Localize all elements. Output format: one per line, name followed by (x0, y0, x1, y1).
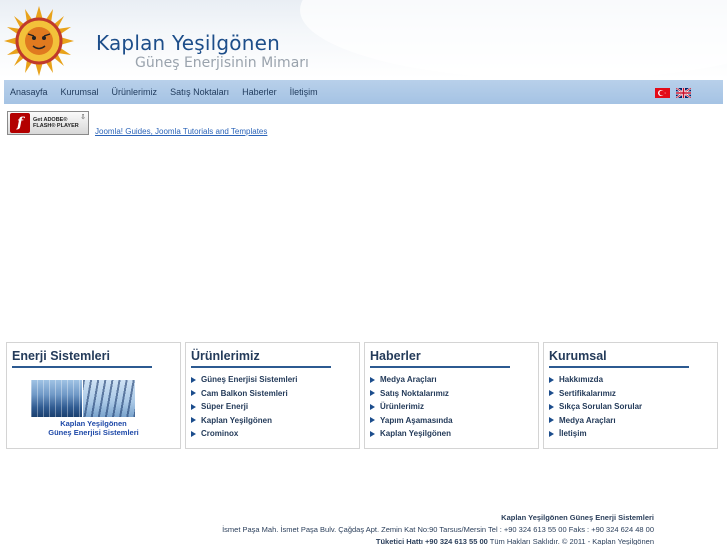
solar-panel-photo-1 (31, 380, 82, 417)
list-item-label: Süper Enerji (201, 402, 249, 412)
arrow-right-icon (549, 417, 554, 424)
solar-caption-line1[interactable]: Kaplan Yeşilgönen (7, 419, 180, 428)
box-title: Haberler (370, 349, 421, 363)
flash-icon: f (10, 113, 30, 133)
list-item[interactable]: İletişim (549, 427, 642, 441)
list-item-label: Medya Araçları (380, 375, 437, 385)
list-item-label: Kaplan Yeşilgönen (201, 415, 272, 425)
title-underline (370, 366, 510, 368)
box-title: Ürünlerimiz (191, 349, 260, 363)
arrow-right-icon (370, 417, 375, 424)
header-decoration (300, 0, 727, 78)
list-item-label: Medya Araçları (559, 415, 616, 425)
footer-rights: Tüm Hakları Saklıdır. © 2011 - Kaplan Ye… (489, 537, 654, 545)
sun-tiger-logo[interactable] (4, 6, 74, 76)
arrow-right-icon (370, 376, 375, 383)
list-item[interactable]: Yapım Aşamasında (370, 414, 453, 428)
list-item-label: Güneş Enerjisi Sistemleri (201, 375, 298, 385)
language-switcher (655, 88, 691, 98)
news-box: Haberler Medya Araçları Satış Noktalarım… (364, 342, 539, 449)
arrow-right-icon (370, 390, 375, 397)
site-header: Kaplan Yeşilgönen Güneş Enerjisinin Mima… (0, 0, 727, 78)
list-item-label: Satış Noktalarımız (380, 388, 449, 398)
flash-badge-text: Get ADOBE® FLASH® PLAYER (33, 117, 79, 130)
energy-systems-box: Enerji Sistemleri Kaplan Yeşilgönen Güne… (6, 342, 181, 449)
list-item-label: Kaplan Yeşilgönen (380, 429, 451, 439)
solar-panel-photo-2 (83, 380, 135, 417)
products-box: Ürünlerimiz Güneş Enerjisi Sistemleri Ca… (185, 342, 360, 449)
list-item[interactable]: Hakkımızda (549, 373, 642, 387)
footer-rights-line: Tüketici Hattı +90 324 613 55 00 Tüm Hak… (222, 536, 654, 545)
turkey-flag-icon[interactable] (655, 88, 670, 98)
arrow-right-icon (549, 390, 554, 397)
nav-item-news[interactable]: Haberler (242, 87, 277, 97)
list-item[interactable]: Satış Noktalarımız (370, 387, 453, 401)
footer-address: İsmet Paşa Mah. İsmet Paşa Bulv. Çağdaş … (222, 525, 654, 534)
arrow-right-icon (191, 417, 196, 424)
title-underline (191, 366, 331, 368)
site-footer: Kaplan Yeşilgönen Güneş Enerji Sistemler… (222, 512, 654, 545)
arrow-right-icon (370, 430, 375, 437)
list-item-label: Ürünlerimiz (380, 402, 425, 412)
list-item-label: Sertifikalarımız (559, 388, 616, 398)
list-item[interactable]: Medya Araçları (370, 373, 453, 387)
list-item[interactable]: Kaplan Yeşilgönen (370, 427, 453, 441)
nav-item-home[interactable]: Anasayfa (10, 87, 48, 97)
title-underline (549, 366, 689, 368)
nav-item-corporate[interactable]: Kurumsal (61, 87, 99, 97)
list-item[interactable]: Güneş Enerjisi Sistemleri (191, 373, 297, 387)
list-item[interactable]: Cam Balkon Sistemleri (191, 387, 297, 401)
site-subtitle: Güneş Enerjisinin Mimarı (135, 55, 309, 71)
list-item-label: Sıkça Sorulan Sorular (559, 402, 643, 412)
list-item[interactable]: Sertifikalarımız (549, 387, 642, 401)
joomla-link[interactable]: Joomla! Guides, Joomla Tutorials and Tem… (95, 127, 267, 136)
uk-flag-icon[interactable] (676, 88, 691, 98)
list-item-label: Yapım Aşamasında (380, 415, 453, 425)
arrow-right-icon (191, 403, 196, 410)
box-title: Enerji Sistemleri (12, 349, 110, 363)
list-item[interactable]: Sıkça Sorulan Sorular (549, 400, 642, 414)
list-item[interactable]: Medya Araçları (549, 414, 642, 428)
arrow-right-icon (191, 376, 196, 383)
list-item[interactable]: Süper Enerji (191, 400, 297, 414)
title-underline (12, 366, 152, 368)
list-item-label: Cam Balkon Sistemleri (201, 388, 288, 398)
solar-caption-line2[interactable]: Güneş Enerjisi Sistemleri (7, 428, 180, 437)
list-item[interactable]: Crominox (191, 427, 297, 441)
nav-item-sales-points[interactable]: Satış Noktaları (170, 87, 229, 97)
list-item-label: Hakkımızda (559, 375, 604, 385)
download-arrow-icon: ⇩ (80, 114, 86, 121)
corporate-box: Kurumsal Hakkımızda Sertifikalarımız Sık… (543, 342, 718, 449)
arrow-right-icon (549, 403, 554, 410)
site-title: Kaplan Yeşilgönen (96, 31, 280, 55)
arrow-right-icon (549, 430, 554, 437)
flash-line2: FLASH® PLAYER (33, 123, 79, 129)
nav-item-products[interactable]: Ürünlerimiz (112, 87, 158, 97)
list-item-label: Crominox (201, 429, 239, 439)
arrow-right-icon (191, 390, 196, 397)
arrow-right-icon (549, 376, 554, 383)
box-title: Kurumsal (549, 349, 607, 363)
arrow-right-icon (370, 403, 375, 410)
footer-company: Kaplan Yeşilgönen Güneş Enerji Sistemler… (501, 513, 654, 522)
list-item[interactable]: Kaplan Yeşilgönen (191, 414, 297, 428)
footer-hotline: Tüketici Hattı +90 324 613 55 00 (375, 537, 488, 545)
list-item-label: İletişim (559, 429, 587, 439)
main-navigation: Anasayfa Kurumsal Ürünlerimiz Satış Nokt… (4, 80, 723, 104)
get-flash-player-button[interactable]: f Get ADOBE® FLASH® PLAYER ⇩ (7, 111, 89, 135)
solar-panel-image[interactable] (31, 380, 135, 417)
nav-item-contact[interactable]: İletişim (290, 87, 318, 97)
arrow-right-icon (191, 430, 196, 437)
list-item[interactable]: Ürünlerimiz (370, 400, 453, 414)
